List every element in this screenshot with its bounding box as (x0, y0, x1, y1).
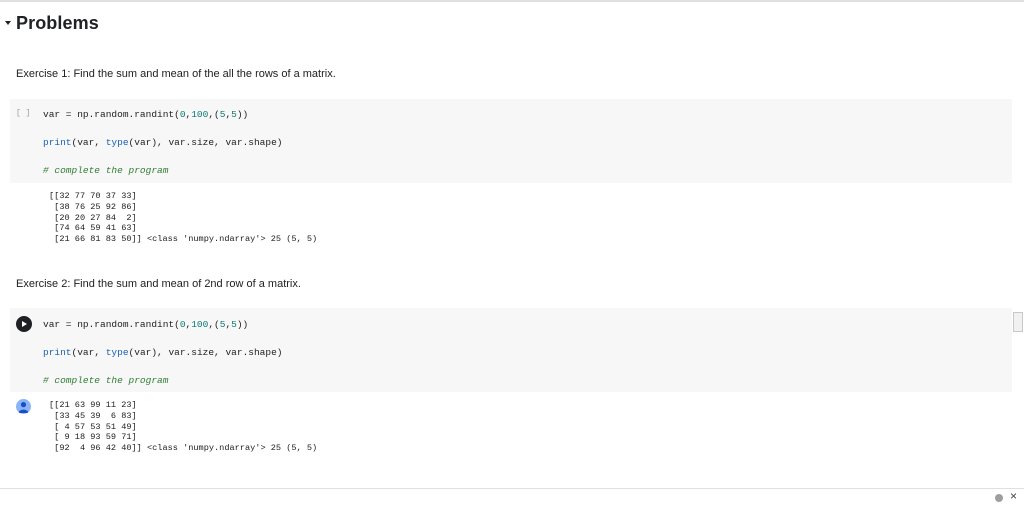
code-token: var = np.random.randint( (43, 109, 180, 120)
cell-2-output: [[21 63 99 11 23] [33 45 39 6 83] [ 4 57… (49, 400, 318, 454)
code-cell-1-comment[interactable]: # complete the program (43, 165, 168, 176)
code-cell-2-line-1[interactable]: var = np.random.randint(0,100,(5,5)) (43, 319, 248, 330)
close-icon[interactable]: × (1010, 489, 1017, 503)
code-token: (var, (71, 137, 106, 148)
code-token: type (105, 347, 129, 358)
cell-1-prompt[interactable]: [ ] (16, 109, 30, 118)
output-avatar-icon[interactable] (16, 399, 31, 414)
code-token: )) (236, 319, 249, 330)
section-header[interactable]: Problems (0, 10, 99, 36)
code-token: print (43, 137, 72, 148)
code-cell-1-line-1[interactable]: var = np.random.randint(0,100,(5,5)) (43, 109, 248, 120)
code-token: (var), var.size, var.shape) (128, 347, 283, 358)
code-cell-2-line-2[interactable]: print(var, type(var), var.size, var.shap… (43, 347, 282, 358)
status-dot-icon (995, 494, 1003, 502)
exercise-1-text: Exercise 1: Find the sum and mean of the… (16, 68, 336, 80)
code-token: type (105, 137, 129, 148)
scrollbar-thumb[interactable] (1013, 312, 1023, 332)
top-divider (0, 0, 1024, 2)
code-token: ,( (208, 109, 220, 120)
caret-down-icon[interactable] (1, 16, 15, 30)
code-token: 100 (191, 319, 209, 330)
code-token: (var, (71, 347, 106, 358)
code-token: print (43, 347, 72, 358)
bottom-status-bar-divider (0, 488, 1024, 489)
code-token: )) (236, 109, 249, 120)
code-token: (var), var.size, var.shape) (128, 137, 283, 148)
cell-1-output: [[32 77 70 37 33] [38 76 25 92 86] [20 2… (49, 191, 318, 245)
section-title: Problems (16, 12, 99, 33)
code-token: 100 (191, 109, 209, 120)
play-icon[interactable] (16, 316, 32, 332)
exercise-2-text: Exercise 2: Find the sum and mean of 2nd… (16, 278, 301, 290)
code-token: ,( (208, 319, 220, 330)
code-cell-2-comment[interactable]: # complete the program (43, 375, 168, 386)
code-token: var = np.random.randint( (43, 319, 180, 330)
code-cell-1-line-2[interactable]: print(var, type(var), var.size, var.shap… (43, 137, 282, 148)
